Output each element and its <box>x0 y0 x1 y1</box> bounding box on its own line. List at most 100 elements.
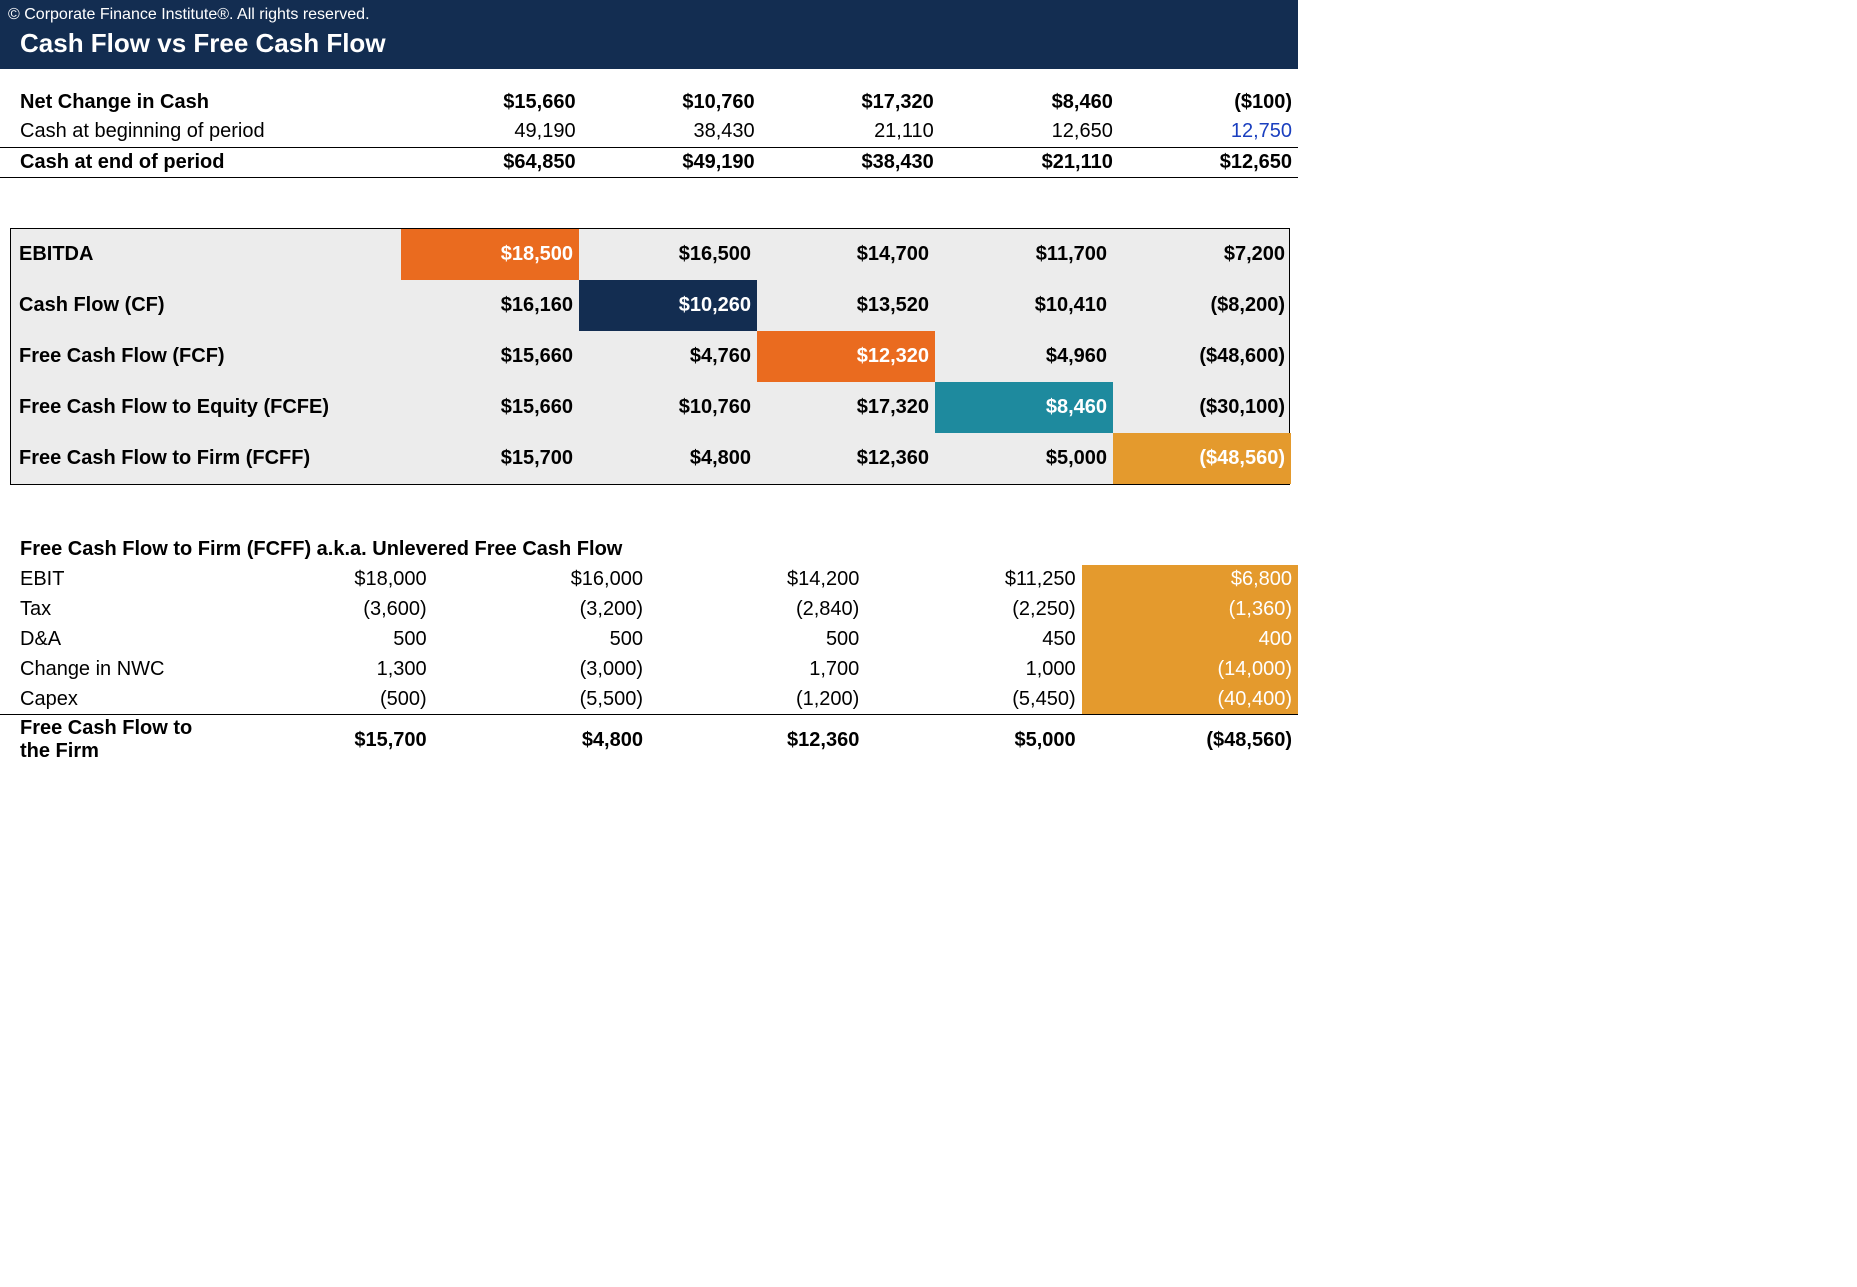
cell-value: $12,360 <box>649 715 865 766</box>
cash-summary-table: Net Change in Cash $15,660 $10,760 $17,3… <box>0 87 1298 178</box>
cell-label: Tax <box>0 595 216 625</box>
cell-value-highlight: (1,360) <box>1082 595 1298 625</box>
row-tax: Tax (3,600) (3,200) (2,840) (2,250) (1,3… <box>0 595 1298 625</box>
cell-value: (2,840) <box>649 595 865 625</box>
cell-value: ($48,600) <box>1113 331 1291 382</box>
section-title: Free Cash Flow to Firm (FCFF) a.k.a. Unl… <box>0 535 1298 565</box>
cell-value: $5,000 <box>935 433 1113 484</box>
cell-label: Free Cash Flow to Firm (FCFF) <box>11 433 401 484</box>
cell-value: $15,660 <box>401 331 579 382</box>
cell-label: EBIT <box>0 565 216 595</box>
row-da: D&A 500 500 500 450 400 <box>0 625 1298 655</box>
cell-value: $16,160 <box>401 280 579 331</box>
cell-label: EBITDA <box>11 229 401 280</box>
metrics-table: EBITDA $18,500 $16,500 $14,700 $11,700 $… <box>11 229 1291 484</box>
row-net-change: Net Change in Cash $15,660 $10,760 $17,3… <box>0 87 1298 117</box>
cell-label: D&A <box>0 625 216 655</box>
cell-value-highlight: $8,460 <box>935 382 1113 433</box>
cell-value: $11,250 <box>865 565 1081 595</box>
cell-value: $13,520 <box>757 280 935 331</box>
cell-value: $15,660 <box>401 382 579 433</box>
cell-value-highlight: $10,260 <box>579 280 757 331</box>
cell-value: $17,320 <box>761 87 940 117</box>
row-fcff-total: Free Cash Flow to the Firm $15,700 $4,80… <box>0 715 1298 766</box>
copyright-text: © Corporate Finance Institute®. All righ… <box>8 6 1290 24</box>
cell-value: $38,430 <box>761 147 940 177</box>
row-cash-begin: Cash at beginning of period 49,190 38,43… <box>0 117 1298 147</box>
cell-value: ($30,100) <box>1113 382 1291 433</box>
cell-value: $10,760 <box>582 87 761 117</box>
cell-value: ($48,560) <box>1082 715 1298 766</box>
page-title: Cash Flow vs Free Cash Flow <box>8 28 1290 59</box>
cell-value: $10,760 <box>579 382 757 433</box>
cell-value: $17,320 <box>757 382 935 433</box>
cell-value: 450 <box>865 625 1081 655</box>
cell-value: 500 <box>433 625 649 655</box>
cell-value: 500 <box>649 625 865 655</box>
row-ebit: EBIT $18,000 $16,000 $14,200 $11,250 $6,… <box>0 565 1298 595</box>
page-header: © Corporate Finance Institute®. All righ… <box>0 0 1298 69</box>
cell-value: (1,200) <box>649 685 865 715</box>
row-nwc: Change in NWC 1,300 (3,000) 1,700 1,000 … <box>0 655 1298 685</box>
cell-value: 1,300 <box>216 655 432 685</box>
cell-value: $16,500 <box>579 229 757 280</box>
cell-value: (5,500) <box>433 685 649 715</box>
cell-value-highlight: (40,400) <box>1082 685 1298 715</box>
cell-value: 1,700 <box>649 655 865 685</box>
cell-value: $21,110 <box>940 147 1119 177</box>
cell-value: $16,000 <box>433 565 649 595</box>
cell-value-highlight: ($48,560) <box>1113 433 1291 484</box>
cell-value: $11,700 <box>935 229 1113 280</box>
cell-value: 38,430 <box>582 117 761 147</box>
cell-value: (2,250) <box>865 595 1081 625</box>
cell-value: 500 <box>216 625 432 655</box>
cell-value: $5,000 <box>865 715 1081 766</box>
cell-value: $14,700 <box>757 229 935 280</box>
cell-value: $15,700 <box>401 433 579 484</box>
cell-value: ($8,200) <box>1113 280 1291 331</box>
row-fcf: Free Cash Flow (FCF) $15,660 $4,760 $12,… <box>11 331 1291 382</box>
cell-value: (500) <box>216 685 432 715</box>
cell-value-highlight: 400 <box>1082 625 1298 655</box>
cell-value: $15,700 <box>216 715 432 766</box>
cell-value: $7,200 <box>1113 229 1291 280</box>
cell-value: (3,000) <box>433 655 649 685</box>
cell-value: 21,110 <box>761 117 940 147</box>
metrics-box: EBITDA $18,500 $16,500 $14,700 $11,700 $… <box>10 228 1290 485</box>
cell-value-highlight: $6,800 <box>1082 565 1298 595</box>
cell-value: 12,650 <box>940 117 1119 147</box>
cell-value: $14,200 <box>649 565 865 595</box>
cell-label: Free Cash Flow (FCF) <box>11 331 401 382</box>
row-fcff-title: Free Cash Flow to Firm (FCFF) a.k.a. Unl… <box>0 535 1298 565</box>
cell-value: $4,800 <box>433 715 649 766</box>
cell-value: $64,850 <box>402 147 581 177</box>
cell-value: $4,760 <box>579 331 757 382</box>
cell-value: (5,450) <box>865 685 1081 715</box>
cell-value-highlight: $12,320 <box>757 331 935 382</box>
cell-value: $4,960 <box>935 331 1113 382</box>
cell-value: (3,600) <box>216 595 432 625</box>
cell-value: $12,360 <box>757 433 935 484</box>
cell-value: $18,000 <box>216 565 432 595</box>
cell-value: 49,190 <box>402 117 581 147</box>
cell-value-highlight: $18,500 <box>401 229 579 280</box>
cell-label: Cash at beginning of period <box>0 117 402 147</box>
row-cf: Cash Flow (CF) $16,160 $10,260 $13,520 $… <box>11 280 1291 331</box>
cell-value: (3,200) <box>433 595 649 625</box>
cell-label: Cash Flow (CF) <box>11 280 401 331</box>
cell-value-highlight: (14,000) <box>1082 655 1298 685</box>
cell-value: ($100) <box>1119 87 1298 117</box>
page: © Corporate Finance Institute®. All righ… <box>0 0 1298 765</box>
row-fcff: Free Cash Flow to Firm (FCFF) $15,700 $4… <box>11 433 1291 484</box>
cell-label: Net Change in Cash <box>0 87 402 117</box>
cell-value: $15,660 <box>402 87 581 117</box>
cell-value: $8,460 <box>940 87 1119 117</box>
cell-label: Cash at end of period <box>0 147 402 177</box>
cell-label: Free Cash Flow to the Firm <box>0 715 216 766</box>
row-ebitda: EBITDA $18,500 $16,500 $14,700 $11,700 $… <box>11 229 1291 280</box>
cell-value: $49,190 <box>582 147 761 177</box>
cell-value: $10,410 <box>935 280 1113 331</box>
cell-label: Capex <box>0 685 216 715</box>
cell-value: 1,000 <box>865 655 1081 685</box>
cell-label: Free Cash Flow to Equity (FCFE) <box>11 382 401 433</box>
